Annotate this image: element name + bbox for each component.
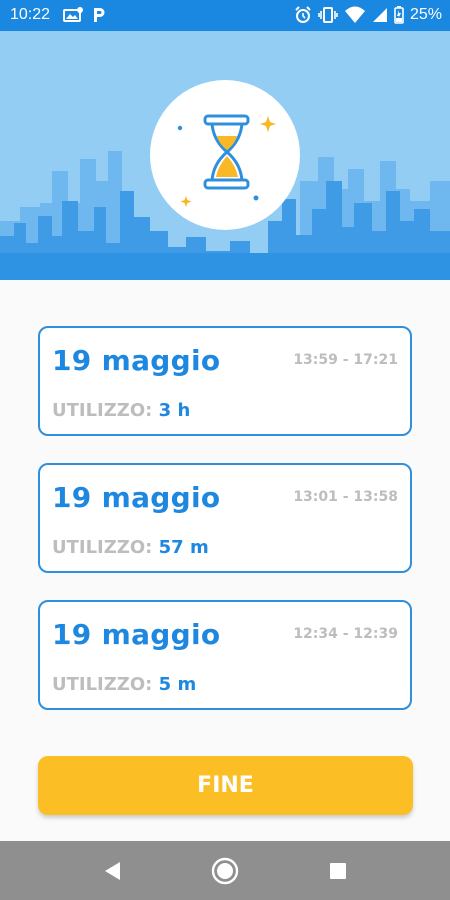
alarm-icon [295, 6, 311, 23]
session-card[interactable]: 19 maggio 13:59 - 17:21 UTILIZZO: 3 h [38, 326, 412, 436]
session-time-range: 12:34 - 12:39 [293, 626, 398, 642]
gallery-icon [63, 7, 83, 22]
battery-percent: 25% [409, 6, 442, 23]
session-usage: UTILIZZO: 57 m [52, 537, 209, 558]
status-time: 10:22 [10, 6, 51, 23]
session-date: 19 maggio [52, 344, 221, 377]
signal-icon [372, 8, 387, 22]
session-date: 19 maggio [52, 481, 221, 514]
usage-label: UTILIZZO: [52, 537, 153, 558]
home-button[interactable] [207, 853, 243, 889]
usage-label: UTILIZZO: [52, 400, 153, 421]
hourglass-icon [177, 114, 276, 207]
session-time-range: 13:59 - 17:21 [293, 352, 398, 368]
battery-icon [394, 6, 404, 24]
session-time-range: 13:01 - 13:58 [293, 489, 398, 505]
header-banner [0, 31, 450, 280]
usage-value: 3 h [158, 400, 191, 421]
navigation-bar [0, 841, 450, 900]
back-button[interactable] [94, 853, 130, 889]
wifi-icon [344, 6, 365, 23]
status-bar: 10:22 25% [0, 0, 450, 31]
home-icon [211, 857, 239, 885]
usage-value: 57 m [158, 537, 209, 558]
recents-icon [330, 863, 346, 879]
usage-label: UTILIZZO: [52, 674, 153, 695]
vibrate-icon [318, 7, 338, 23]
app-logo [150, 80, 300, 230]
session-usage: UTILIZZO: 5 m [52, 674, 196, 695]
session-card[interactable]: 19 maggio 12:34 - 12:39 UTILIZZO: 5 m [38, 600, 412, 710]
session-date: 19 maggio [52, 618, 221, 651]
session-usage: UTILIZZO: 3 h [52, 400, 190, 421]
session-card[interactable]: 19 maggio 13:01 - 13:58 UTILIZZO: 57 m [38, 463, 412, 573]
fine-button[interactable]: FINE [38, 756, 413, 815]
parking-icon [94, 8, 105, 22]
recents-button[interactable] [320, 853, 356, 889]
back-icon [105, 862, 120, 880]
usage-value: 5 m [158, 674, 197, 695]
